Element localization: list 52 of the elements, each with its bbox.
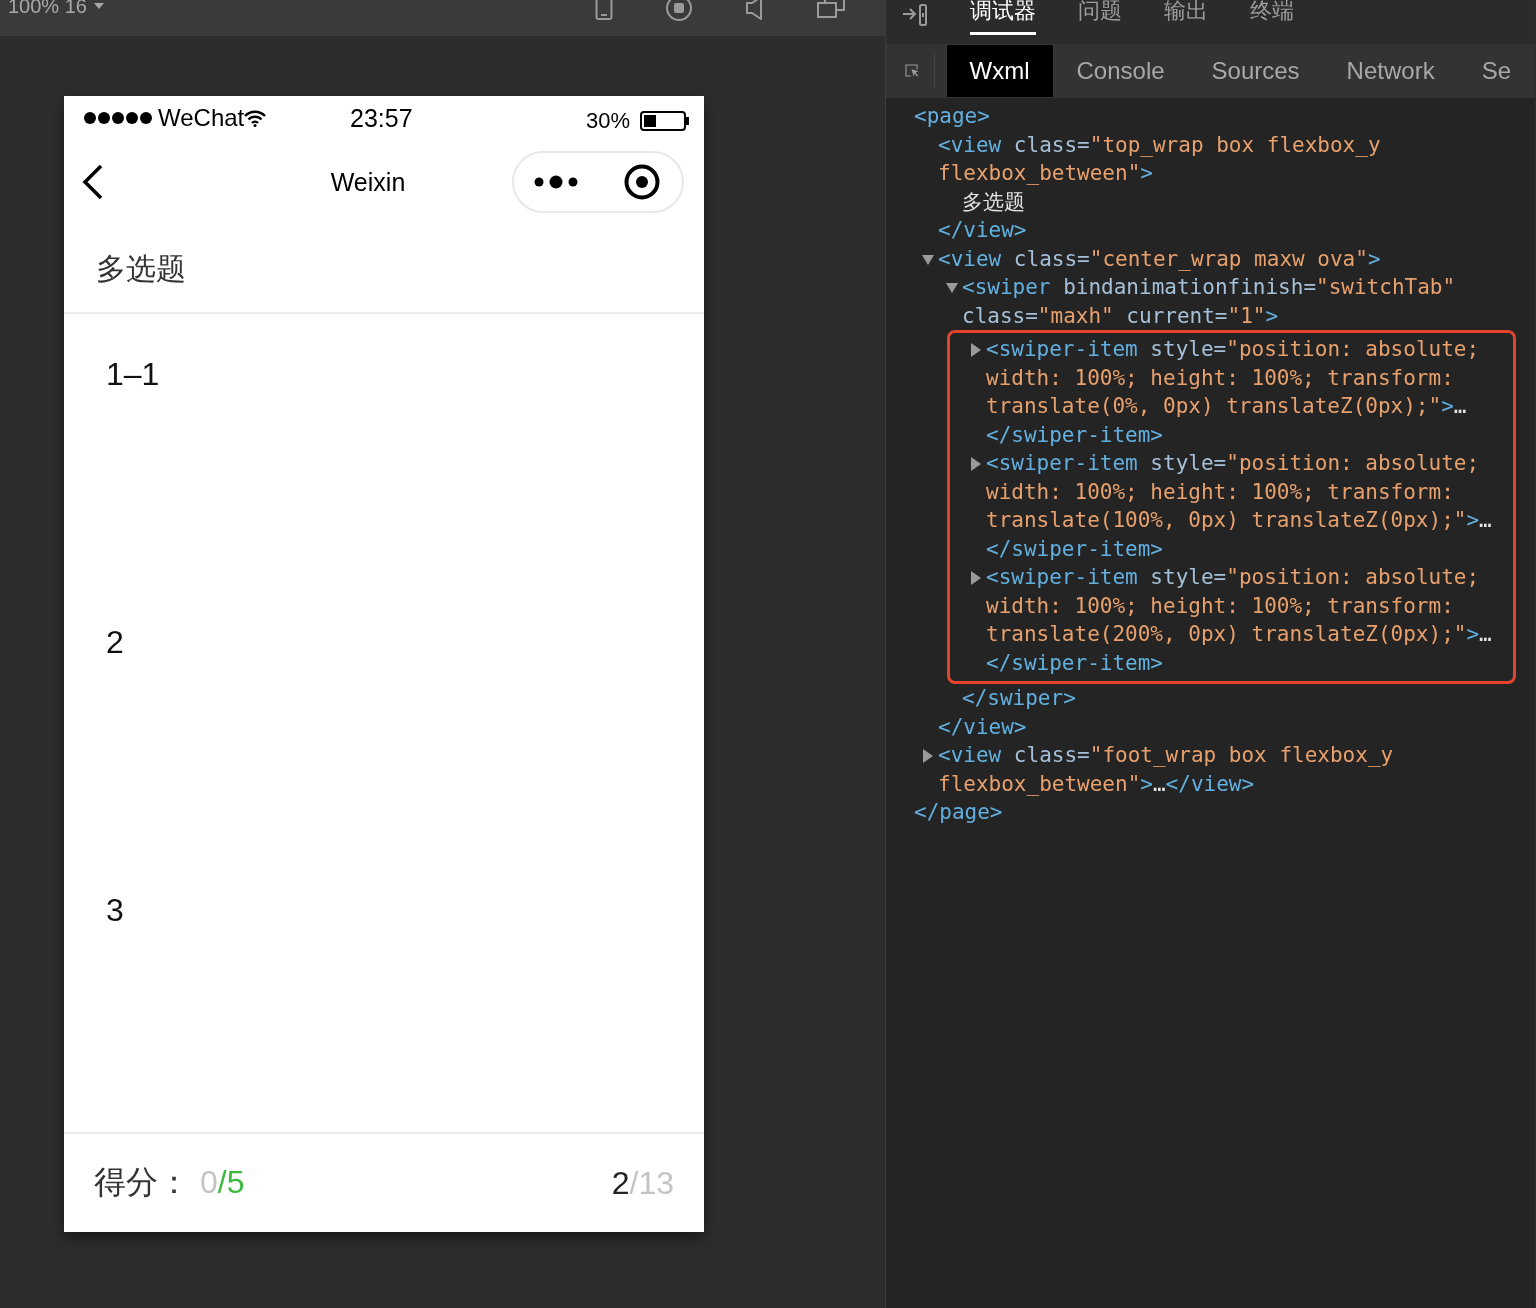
triangle-icon[interactable] xyxy=(922,252,934,267)
panel-tab[interactable]: Console xyxy=(1053,45,1188,97)
question-option: 2 xyxy=(106,624,124,660)
code-line: <swiper bindanimationfinish="switchTab" class="maxh" current="1"> xyxy=(962,275,1457,328)
panel-tab[interactable]: Sources xyxy=(1188,45,1323,97)
code-line: </swiper> xyxy=(962,686,1076,710)
code-line: <view class="center_wrap maxw ova"> xyxy=(938,246,1381,271)
triangle-icon[interactable] xyxy=(970,457,982,471)
signal-icon xyxy=(84,111,152,125)
panel-tab[interactable]: Wxml xyxy=(946,45,1053,97)
panel-tab[interactable]: Se xyxy=(1458,45,1534,97)
target-icon[interactable] xyxy=(624,164,660,200)
question-option: 1–1 xyxy=(106,356,160,392)
battery-percent: 30% xyxy=(585,108,630,134)
zoom-dropdown[interactable]: 100% 16 xyxy=(8,0,105,15)
code-line: 多选题 xyxy=(962,189,1025,214)
code-line: </page> xyxy=(914,800,1003,824)
score-value: 0/5 xyxy=(200,1164,245,1201)
code-line: <view class="foot_wrap box flexbox_y flexbox_between">…</view> xyxy=(938,743,1395,796)
triangle-icon[interactable] xyxy=(970,571,982,585)
stop-icon[interactable] xyxy=(665,0,693,22)
debugger-tab[interactable]: 调试器 xyxy=(970,0,1036,35)
code-line: <page> xyxy=(914,104,990,128)
debugger-tab[interactable]: 终端 xyxy=(1250,0,1294,35)
triangle-icon[interactable] xyxy=(946,281,958,295)
windows-icon[interactable] xyxy=(817,0,845,18)
battery-icon xyxy=(640,111,690,131)
clock-time: 23:57 xyxy=(350,103,414,133)
wifi-icon xyxy=(244,109,267,127)
back-chevron-icon[interactable] xyxy=(82,164,104,200)
debugger-tab[interactable]: 输出 xyxy=(1164,0,1208,35)
triangle-icon[interactable] xyxy=(970,343,982,357)
triangle-icon[interactable] xyxy=(922,749,934,763)
code-line: </view> xyxy=(938,714,1027,739)
code-line: <swiper-item style="position: absolute; width: 100%; height: 100%; transform: translate(0%, 0px) translateZ(0px);">… </swiper-item> xyxy=(986,337,1481,447)
panel-tab[interactable]: Network xyxy=(1323,45,1458,97)
caret-icon xyxy=(92,2,105,10)
debugger-tab[interactable]: 问题 xyxy=(1078,0,1122,35)
speaker-icon[interactable] xyxy=(745,0,765,20)
question-type-title: 多选题 xyxy=(96,250,186,287)
page-title: Weixin xyxy=(329,167,407,197)
code-line: <view class="top_wrap box flexbox_y flexbox_between"> xyxy=(938,132,1382,185)
more-icon[interactable] xyxy=(534,174,578,190)
progress-counter: 2/13 xyxy=(611,1164,674,1202)
question-option: 3 xyxy=(106,892,124,928)
code-line: <swiper-item style="position: absolute; width: 100%; height: 100%; transform: translate(200%, 0px) translateZ(0px);">… </swiper-item> xyxy=(986,565,1492,675)
code-line: </view> xyxy=(938,218,1027,242)
code-line: <swiper-item style="position: absolute; width: 100%; height: 100%; transform: translate(100%, 0px) translateZ(0px);">… </swiper-item> xyxy=(986,451,1492,561)
phone-icon[interactable] xyxy=(595,0,613,20)
carrier-name: WeChat xyxy=(158,104,245,132)
score-label: 得分： xyxy=(94,1163,190,1202)
dock-icon[interactable] xyxy=(902,4,928,26)
